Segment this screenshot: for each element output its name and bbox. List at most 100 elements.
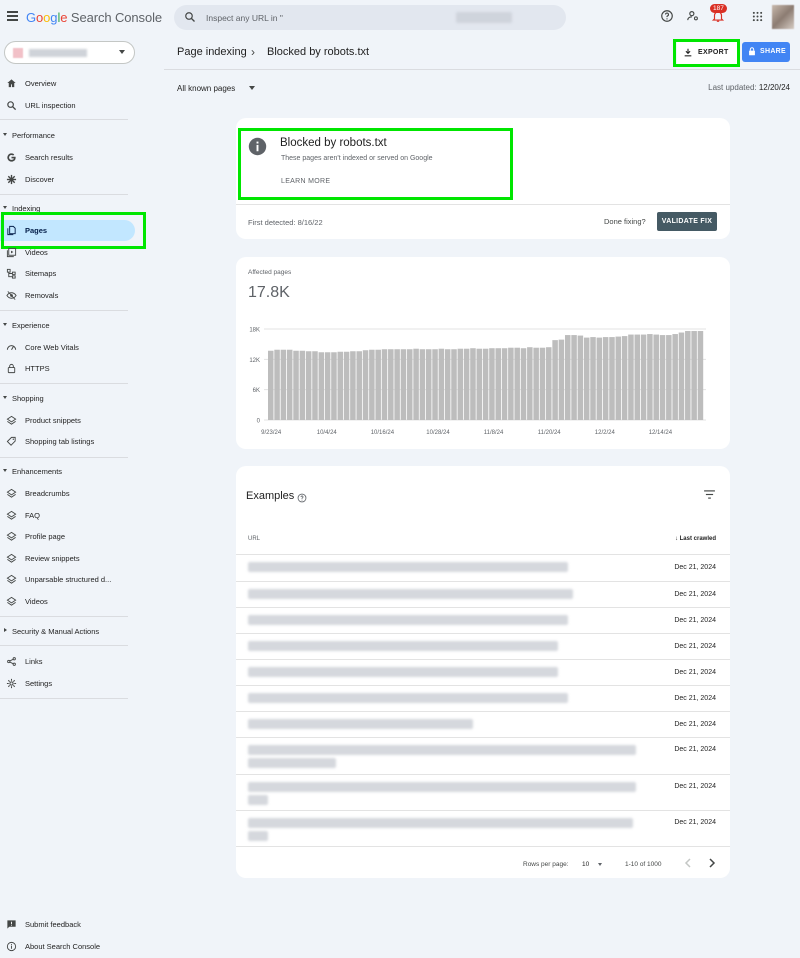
diamond-layers-icon bbox=[6, 574, 17, 584]
help-icon[interactable] bbox=[660, 9, 674, 23]
chart-bar bbox=[337, 351, 344, 420]
collapse-icon bbox=[3, 206, 7, 209]
table-row[interactable]: Dec 21, 2024 bbox=[236, 737, 730, 774]
section-security-manual-actions[interactable]: Security & Manual Actions bbox=[0, 625, 135, 639]
sidebar-item-label: Discover bbox=[25, 175, 55, 184]
next-page-icon[interactable] bbox=[708, 858, 716, 868]
collapse-icon bbox=[3, 133, 7, 136]
prev-page-icon[interactable] bbox=[684, 858, 692, 868]
sidebar-item-about[interactable]: About Search Console bbox=[0, 937, 135, 955]
property-favicon bbox=[13, 48, 23, 58]
divider bbox=[0, 457, 128, 458]
validate-fix-button[interactable]: VALIDATE FIX bbox=[657, 212, 717, 231]
page-filter-dropdown[interactable]: All known pages bbox=[177, 84, 235, 93]
sidebar-item-submit-feedback[interactable]: Submit feedback bbox=[0, 915, 135, 933]
chart-bar bbox=[489, 348, 495, 420]
sidebar-item-label: Search results bbox=[25, 153, 73, 162]
chart-bar bbox=[419, 349, 426, 420]
table-row[interactable]: Dec 21, 2024 bbox=[236, 685, 730, 711]
table-row[interactable]: Dec 21, 2024 bbox=[236, 554, 730, 581]
sidebar-item-removals[interactable]: Removals bbox=[0, 285, 135, 306]
sidebar-item-core-web-vitals[interactable]: Core Web Vitals bbox=[0, 337, 135, 358]
breadcrumb-parent[interactable]: Page indexing bbox=[177, 46, 247, 58]
url-blurred bbox=[248, 615, 568, 625]
rows-per-page-select[interactable]: 10 bbox=[582, 861, 589, 868]
chart-bar bbox=[558, 339, 565, 420]
url-inspect-search[interactable]: Inspect any URL in " bbox=[174, 5, 566, 30]
highlight-export bbox=[673, 39, 740, 67]
last-crawled-date: Dec 21, 2024 bbox=[674, 695, 716, 702]
rows-per-page-label: Rows per page: bbox=[523, 861, 569, 868]
sidebar-item-label: Videos bbox=[25, 248, 48, 257]
search-input[interactable]: Inspect any URL in " bbox=[206, 13, 283, 23]
section-experience[interactable]: Experience bbox=[0, 319, 135, 333]
filter-icon[interactable] bbox=[704, 490, 715, 499]
share-button[interactable]: SHARE bbox=[742, 42, 790, 62]
sidebar-item-shopping-tab-listings[interactable]: Shopping tab listings bbox=[0, 431, 135, 452]
chart-bar bbox=[621, 336, 628, 420]
help-icon[interactable] bbox=[297, 493, 307, 503]
chart-bar bbox=[508, 347, 514, 420]
sidebar-item-discover[interactable]: Discover bbox=[0, 169, 135, 190]
sidebar-item-label: Removals bbox=[25, 291, 59, 300]
sidebar-item-links[interactable]: Links bbox=[0, 651, 135, 672]
sidebar-item-https[interactable]: HTTPS bbox=[0, 358, 135, 379]
table-row[interactable]: Dec 21, 2024 bbox=[236, 581, 730, 607]
property-name-blurred bbox=[456, 12, 512, 23]
sidebar-item-sitemaps[interactable]: Sitemaps bbox=[0, 263, 135, 284]
section-label: Security & Manual Actions bbox=[12, 627, 100, 636]
sidebar-item-overview[interactable]: Overview bbox=[0, 73, 135, 94]
card-divider bbox=[236, 204, 730, 205]
sidebar-item-label: Profile page bbox=[25, 532, 66, 541]
sidebar-item-videos[interactable]: Videos bbox=[0, 242, 135, 263]
table-row[interactable]: Dec 21, 2024 bbox=[236, 659, 730, 685]
sidebar-item-profile-page[interactable]: Profile page bbox=[0, 526, 135, 547]
chart-bar bbox=[286, 349, 293, 420]
avatar[interactable] bbox=[772, 5, 794, 29]
table-row[interactable]: Dec 21, 2024 bbox=[236, 774, 730, 810]
collapse-icon bbox=[3, 396, 7, 399]
chevron-down-icon[interactable] bbox=[598, 863, 602, 866]
last-updated-value: 12/20/24 bbox=[758, 83, 790, 92]
sidebar-item-breadcrumbs[interactable]: Breadcrumbs bbox=[0, 483, 135, 504]
column-header-url[interactable]: URL bbox=[248, 536, 260, 542]
sidebar-item-settings[interactable]: Settings bbox=[0, 673, 135, 694]
sidebar-item-faq[interactable]: FAQ bbox=[0, 505, 135, 526]
chart-bar bbox=[583, 337, 590, 420]
sidebar-item-unparsable-structured-data[interactable]: Unparsable structured d... bbox=[0, 569, 135, 590]
section-enhancements[interactable]: Enhancements bbox=[0, 465, 135, 479]
app-logo[interactable]: Google Search Console bbox=[26, 10, 162, 25]
column-header-last-crawled[interactable]: ↓ Last crawled bbox=[675, 536, 716, 542]
diamond-layers-icon bbox=[6, 488, 17, 498]
chart-bar bbox=[571, 335, 577, 420]
section-performance[interactable]: Performance bbox=[0, 129, 135, 143]
property-selector[interactable] bbox=[4, 41, 135, 64]
manage-users-icon[interactable] bbox=[686, 9, 700, 23]
sidebar-item-url-inspection[interactable]: URL inspection bbox=[0, 95, 135, 116]
chevron-right-icon: › bbox=[251, 45, 255, 59]
chart-bar bbox=[305, 351, 312, 420]
last-crawled-date: Dec 21, 2024 bbox=[674, 746, 716, 753]
table-row[interactable]: Dec 21, 2024 bbox=[236, 633, 730, 659]
chart-bar bbox=[331, 352, 337, 420]
table-row[interactable]: Dec 21, 2024 bbox=[236, 607, 730, 633]
sidebar-item-label: Settings bbox=[25, 679, 53, 688]
chart-bar bbox=[394, 349, 400, 420]
chart-bar bbox=[413, 348, 419, 420]
section-shopping[interactable]: Shopping bbox=[0, 392, 135, 406]
sidebar-item-product-snippets[interactable]: Product snippets bbox=[0, 410, 135, 431]
diamond-layers-icon bbox=[6, 553, 17, 563]
diamond-layers-icon bbox=[6, 415, 17, 425]
apps-grid-icon[interactable] bbox=[752, 11, 763, 22]
links-icon bbox=[7, 657, 16, 666]
chevron-down-icon[interactable] bbox=[249, 86, 255, 90]
sidebar-item-search-results[interactable]: Search results bbox=[0, 147, 135, 168]
chart-bar bbox=[533, 347, 539, 420]
sidebar-item-review-snippets[interactable]: Review snippets bbox=[0, 548, 135, 569]
sidebar-item-enh-videos[interactable]: Videos bbox=[0, 591, 135, 612]
menu-icon[interactable] bbox=[7, 11, 18, 21]
table-row[interactable]: Dec 21, 2024 bbox=[236, 810, 730, 846]
chart-bar bbox=[602, 337, 609, 420]
x-tick-label: 11/8/24 bbox=[484, 430, 504, 436]
table-row[interactable]: Dec 21, 2024 bbox=[236, 711, 730, 737]
